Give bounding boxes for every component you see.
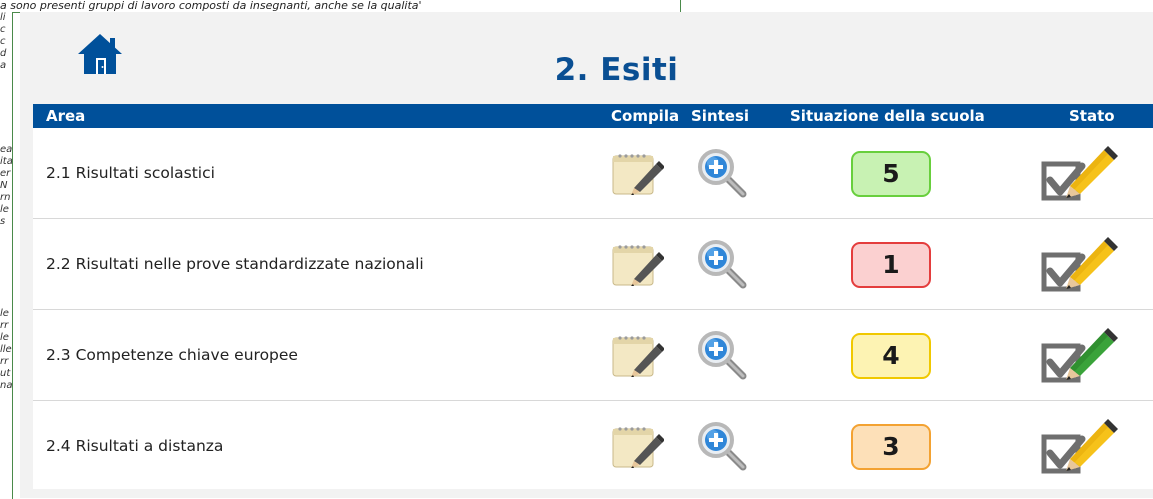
gutter-line: c [0, 24, 6, 35]
esiti-modal: 2. Esiti Area Compila Sintesi Situazione… [20, 12, 1153, 498]
background-frame-divider [680, 0, 681, 12]
page-title: 2. Esiti [554, 52, 679, 88]
area-label: 2.2 Risultati nelle prove standardizzate… [46, 255, 424, 273]
gutter-line: li [0, 12, 6, 23]
gutter-line: le [0, 308, 9, 319]
gutter-line: c [0, 36, 6, 47]
gutter-block-1: li c c d a [0, 12, 12, 72]
area-label: 2.1 Risultati scolastici [46, 164, 215, 182]
gutter-line: er [0, 168, 11, 179]
sintesi-magnifier-icon[interactable] [697, 330, 747, 380]
table-row: 2.1 Risultati scolastici 5 [33, 128, 1153, 219]
gutter-line: na [0, 380, 12, 391]
column-header-stato: Stato [1069, 107, 1115, 125]
gutter-line: ita [0, 156, 12, 167]
gutter-block-2: ea ita er N rn le s [0, 144, 12, 228]
area-label: 2.3 Competenze chiave europee [46, 346, 298, 364]
column-header-area: Area [46, 107, 86, 125]
gutter-line: rn [0, 192, 11, 203]
score-badge[interactable]: 1 [851, 242, 931, 288]
score-badge[interactable]: 5 [851, 151, 931, 197]
gutter-line: a [0, 60, 7, 71]
area-label: 2.4 Risultati a distanza [46, 437, 224, 455]
table-row: 2.2 Risultati nelle prove standardizzate… [33, 219, 1153, 310]
compila-notepad-icon[interactable] [610, 423, 665, 469]
gutter-line: N [0, 180, 8, 191]
sintesi-magnifier-icon[interactable] [697, 421, 747, 471]
score-badge[interactable]: 3 [851, 424, 931, 470]
table-row: 2.4 Risultati a distanza 3 [33, 401, 1153, 489]
column-header-sintesi: Sintesi [691, 107, 750, 125]
gutter-line: lle [0, 344, 12, 355]
check-pencil-yellow-icon[interactable] [1038, 142, 1118, 202]
score-badge[interactable]: 4 [851, 333, 931, 379]
column-header-compila: Compila [611, 107, 680, 125]
table-header: Area Compila Sintesi Situazione della sc… [33, 104, 1153, 128]
table-body: 2.1 Risultati scolastici 5 2.2 Risultati… [33, 128, 1153, 489]
sintesi-magnifier-icon[interactable] [697, 148, 747, 198]
table-row: 2.3 Competenze chiave europee 4 [33, 310, 1153, 401]
gutter-line: le [0, 332, 9, 343]
check-pencil-green-icon[interactable] [1038, 324, 1118, 384]
gutter-line: ut [0, 368, 11, 379]
gutter-line: le [0, 204, 9, 215]
gutter-line: d [0, 48, 7, 59]
gutter-line: rr [0, 320, 9, 331]
sintesi-magnifier-icon[interactable] [697, 239, 747, 289]
check-pencil-yellow-icon[interactable] [1038, 233, 1118, 293]
compila-notepad-icon[interactable] [610, 332, 665, 378]
compila-notepad-icon[interactable] [610, 241, 665, 287]
gutter-line: s [0, 216, 6, 227]
gutter-block-3: le rr le lle rr ut na [0, 308, 12, 392]
background-gutter-text: li c c d a ea ita er N rn le s le rr le … [0, 12, 12, 498]
column-header-situazione: Situazione della scuola [790, 107, 985, 125]
check-pencil-yellow-icon[interactable] [1038, 415, 1118, 475]
gutter-line: ea [0, 144, 12, 155]
compila-notepad-icon[interactable] [610, 150, 665, 196]
gutter-line: rr [0, 356, 9, 367]
